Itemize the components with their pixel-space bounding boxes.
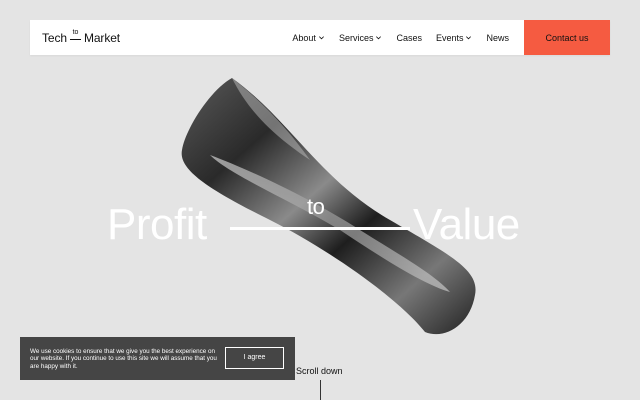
nav-item-label: Cases bbox=[396, 32, 422, 43]
nav-item-label: Events bbox=[435, 32, 464, 43]
scroll-indicator-line bbox=[320, 380, 321, 400]
contact-us-button[interactable]: Contact us bbox=[524, 20, 610, 55]
site-header: Tech to Market About Services Cases Even… bbox=[30, 20, 610, 55]
hero-heading: Profit to Value bbox=[0, 194, 640, 256]
logo-text-left: Tech bbox=[42, 31, 67, 45]
cookie-agree-button[interactable]: I agree bbox=[225, 347, 284, 369]
contact-us-label: Contact us bbox=[545, 32, 589, 43]
cookie-text: We use cookies to ensure that we give yo… bbox=[30, 348, 217, 370]
nav-item-cases[interactable]: Cases bbox=[396, 33, 422, 43]
logo-text-middle: to bbox=[72, 29, 79, 36]
nav-item-events[interactable]: Events bbox=[436, 33, 473, 43]
hero-word-left: Profit bbox=[107, 200, 207, 249]
chevron-down-icon bbox=[376, 36, 382, 40]
hero-word-right: Value bbox=[413, 200, 520, 249]
main-nav: About Services Cases Events News bbox=[278, 20, 509, 55]
nav-item-about[interactable]: About bbox=[292, 33, 325, 43]
logo-text-right: Market bbox=[83, 31, 121, 45]
nav-item-label: About bbox=[292, 32, 316, 43]
site-logo[interactable]: Tech to Market bbox=[42, 29, 120, 47]
nav-item-label: News bbox=[486, 32, 509, 43]
hero-connector-line bbox=[230, 227, 410, 230]
scroll-down-label[interactable]: Scroll down bbox=[296, 366, 343, 376]
chevron-down-icon bbox=[466, 36, 472, 40]
nav-item-services[interactable]: Services bbox=[339, 33, 383, 43]
cookie-banner: We use cookies to ensure that we give yo… bbox=[20, 337, 295, 380]
logo-connector: to bbox=[68, 29, 83, 47]
hero-word-middle: to bbox=[307, 194, 325, 219]
nav-item-news[interactable]: News bbox=[486, 33, 509, 43]
chevron-down-icon bbox=[318, 36, 324, 40]
nav-item-label: Services bbox=[338, 32, 374, 43]
cookie-agree-label: I agree bbox=[243, 354, 266, 362]
